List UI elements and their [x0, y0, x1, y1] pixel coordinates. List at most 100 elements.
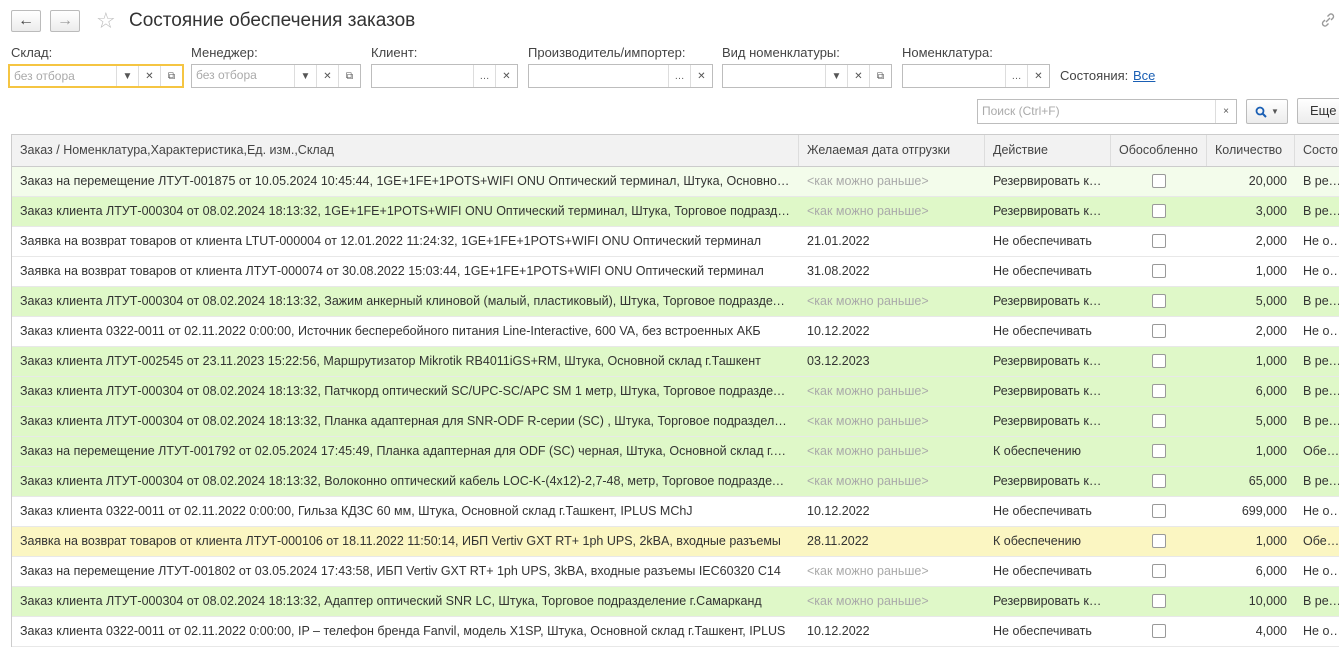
select-ellipsis-icon[interactable]: … [668, 65, 690, 87]
state-cell[interactable]: Не обеспечено [1295, 617, 1339, 646]
item-type-filter-input[interactable] [723, 65, 825, 87]
separately-checkbox[interactable] [1152, 354, 1166, 368]
back-button[interactable]: ← [11, 10, 41, 32]
date-cell[interactable]: 10.12.2022 [799, 497, 985, 526]
quantity-cell[interactable]: 65,000 [1207, 467, 1295, 496]
search-input[interactable]: Поиск (Ctrl+F) [978, 100, 1215, 123]
client-filter-input[interactable] [372, 65, 473, 87]
action-cell[interactable]: Резервировать к дате [985, 587, 1111, 616]
quantity-cell[interactable]: 6,000 [1207, 557, 1295, 586]
state-cell[interactable]: Не обеспечено [1295, 497, 1339, 526]
quantity-cell[interactable]: 1,000 [1207, 257, 1295, 286]
separately-checkbox[interactable] [1152, 564, 1166, 578]
date-cell[interactable]: <как можно раньше> [799, 587, 985, 616]
separately-checkbox[interactable] [1152, 204, 1166, 218]
action-cell[interactable]: Не обеспечивать [985, 617, 1111, 646]
clear-icon[interactable]: ✕ [1027, 65, 1049, 87]
action-cell[interactable]: Не обеспечивать [985, 557, 1111, 586]
order-cell[interactable]: Заказ клиента ЛТУТ-000304 от 08.02.2024 … [12, 407, 799, 436]
table-row[interactable]: Заказ на перемещение ЛТУТ-001875 от 10.0… [12, 167, 1339, 197]
state-cell[interactable]: В резерве [1295, 377, 1339, 406]
table-row[interactable]: Заказ клиента ЛТУТ-002545 от 23.11.2023 … [12, 347, 1339, 377]
state-cell[interactable]: Не обеспечено [1295, 227, 1339, 256]
forward-button[interactable]: → [50, 10, 80, 32]
state-cell[interactable]: В резерве [1295, 587, 1339, 616]
order-cell[interactable]: Заказ на перемещение ЛТУТ-001792 от 02.0… [12, 437, 799, 466]
state-cell[interactable]: В резерве [1295, 467, 1339, 496]
quantity-cell[interactable]: 1,000 [1207, 347, 1295, 376]
column-header-action[interactable]: Действие [985, 135, 1111, 166]
quantity-cell[interactable]: 2,000 [1207, 317, 1295, 346]
order-cell[interactable]: Заказ клиента ЛТУТ-000304 от 08.02.2024 … [12, 287, 799, 316]
table-row[interactable]: Заказ клиента ЛТУТ-000304 от 08.02.2024 … [12, 407, 1339, 437]
quantity-cell[interactable]: 1,000 [1207, 437, 1295, 466]
date-cell[interactable]: 03.12.2023 [799, 347, 985, 376]
action-cell[interactable]: К обеспечению [985, 437, 1111, 466]
dropdown-icon[interactable]: ▼ [825, 65, 847, 87]
order-cell[interactable]: Заказ клиента ЛТУТ-000304 от 08.02.2024 … [12, 467, 799, 496]
action-cell[interactable]: Не обеспечивать [985, 317, 1111, 346]
manufacturer-filter-field[interactable]: … ✕ [528, 64, 713, 88]
table-row[interactable]: Заказ клиента ЛТУТ-000304 от 08.02.2024 … [12, 467, 1339, 497]
separately-checkbox[interactable] [1152, 534, 1166, 548]
warehouse-filter-input[interactable]: без отбора [10, 66, 116, 86]
quantity-cell[interactable]: 699,000 [1207, 497, 1295, 526]
table-row[interactable]: Заказ клиента 0322-0011 от 02.11.2022 0:… [12, 317, 1339, 347]
order-cell[interactable]: Заказ клиента ЛТУТ-000304 от 08.02.2024 … [12, 377, 799, 406]
warehouse-filter-field[interactable]: без отбора ▼ ✕ ⧉ [8, 64, 184, 88]
order-cell[interactable]: Заказ на перемещение ЛТУТ-001802 от 03.0… [12, 557, 799, 586]
action-cell[interactable]: К обеспечению [985, 527, 1111, 556]
order-cell[interactable]: Заявка на возврат товаров от клиента LTU… [12, 227, 799, 256]
separately-checkbox[interactable] [1152, 594, 1166, 608]
order-cell[interactable]: Заказ клиента ЛТУТ-000304 от 08.02.2024 … [12, 587, 799, 616]
state-cell[interactable]: В резерве [1295, 407, 1339, 436]
date-cell[interactable]: <как можно раньше> [799, 437, 985, 466]
action-cell[interactable]: Не обеспечивать [985, 227, 1111, 256]
separately-checkbox[interactable] [1152, 324, 1166, 338]
date-cell[interactable]: <как можно раньше> [799, 407, 985, 436]
date-cell[interactable]: 31.08.2022 [799, 257, 985, 286]
date-cell[interactable]: 21.01.2022 [799, 227, 985, 256]
open-icon[interactable]: ⧉ [160, 66, 182, 86]
table-row[interactable]: Заказ на перемещение ЛТУТ-001792 от 02.0… [12, 437, 1339, 467]
search-button[interactable]: ▼ [1246, 99, 1288, 124]
clear-icon[interactable]: ✕ [690, 65, 712, 87]
manufacturer-filter-input[interactable] [529, 65, 668, 87]
dropdown-icon[interactable]: ▼ [294, 65, 316, 87]
order-cell[interactable]: Заказ клиента 0322-0011 от 02.11.2022 0:… [12, 617, 799, 646]
quantity-cell[interactable]: 6,000 [1207, 377, 1295, 406]
order-cell[interactable]: Заказ клиента 0322-0011 от 02.11.2022 0:… [12, 497, 799, 526]
column-header-state[interactable]: Состо [1295, 135, 1339, 166]
state-cell[interactable]: В резерве [1295, 347, 1339, 376]
dropdown-icon[interactable]: ▼ [116, 66, 138, 86]
order-cell[interactable]: Заявка на возврат товаров от клиента ЛТУ… [12, 257, 799, 286]
order-cell[interactable]: Заказ на перемещение ЛТУТ-001875 от 10.0… [12, 167, 799, 196]
date-cell[interactable]: 10.12.2022 [799, 317, 985, 346]
action-cell[interactable]: Резервировать к дате [985, 467, 1111, 496]
clear-icon[interactable]: × [1215, 100, 1236, 123]
action-cell[interactable]: Не обеспечивать [985, 257, 1111, 286]
action-cell[interactable]: Резервировать к дате [985, 407, 1111, 436]
separately-checkbox[interactable] [1152, 294, 1166, 308]
quantity-cell[interactable]: 2,000 [1207, 227, 1295, 256]
quantity-cell[interactable]: 10,000 [1207, 587, 1295, 616]
quantity-cell[interactable]: 1,000 [1207, 527, 1295, 556]
client-filter-field[interactable]: … ✕ [371, 64, 518, 88]
table-row[interactable]: Заказ клиента ЛТУТ-000304 от 08.02.2024 … [12, 377, 1339, 407]
action-cell[interactable]: Резервировать к дате [985, 197, 1111, 226]
manager-filter-input[interactable]: без отбора [192, 65, 294, 87]
search-field[interactable]: Поиск (Ctrl+F) × [977, 99, 1237, 124]
select-ellipsis-icon[interactable]: … [473, 65, 495, 87]
quantity-cell[interactable]: 20,000 [1207, 167, 1295, 196]
table-row[interactable]: Заявка на возврат товаров от клиента LTU… [12, 227, 1339, 257]
separately-checkbox[interactable] [1152, 444, 1166, 458]
clear-icon[interactable]: ✕ [847, 65, 869, 87]
separately-checkbox[interactable] [1152, 384, 1166, 398]
state-cell[interactable]: В резерве [1295, 197, 1339, 226]
table-row[interactable]: Заказ клиента 0322-0011 от 02.11.2022 0:… [12, 497, 1339, 527]
clear-icon[interactable]: ✕ [138, 66, 160, 86]
quantity-cell[interactable]: 4,000 [1207, 617, 1295, 646]
action-cell[interactable]: Резервировать к дате [985, 347, 1111, 376]
column-header-order[interactable]: Заказ / Номенклатура,Характеристика,Ед. … [12, 135, 799, 166]
select-ellipsis-icon[interactable]: … [1005, 65, 1027, 87]
